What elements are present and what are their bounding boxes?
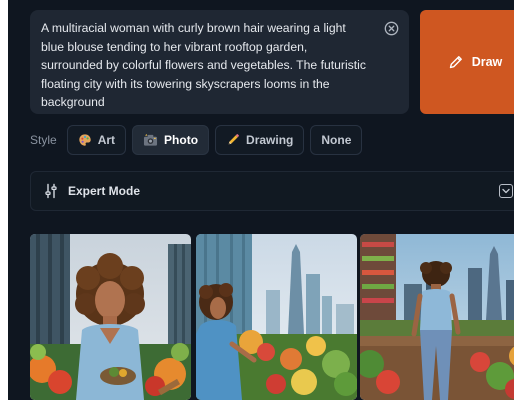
image-gallery [30,234,514,400]
generated-image-3[interactable] [360,234,514,400]
generated-image-2-picture [196,234,357,400]
sliders-icon [45,183,57,199]
pencil-icon [449,56,462,69]
style-option-art-label: Art [97,133,116,147]
style-label: Style [30,133,57,147]
draw-button[interactable]: Draw [420,10,514,114]
style-option-art[interactable]: Art [66,125,127,155]
style-option-drawing[interactable]: Drawing [215,125,305,155]
generated-image-1-picture [30,234,191,400]
close-circle-icon [384,21,398,35]
chevron-down-icon [502,188,510,194]
generated-image-3-picture [360,234,514,400]
style-option-drawing-label: Drawing [246,133,294,147]
style-option-photo[interactable]: Photo [132,125,210,155]
prompt-textarea[interactable]: A multiracial woman with curly brown hai… [30,10,409,114]
app-window: A multiracial woman with curly brown hai… [8,0,514,400]
expert-mode-toggle[interactable]: Expert Mode [30,171,514,211]
prompt-text[interactable]: A multiracial woman with curly brown hai… [41,19,371,112]
draw-button-label: Draw [471,55,503,69]
style-option-photo-label: Photo [164,133,199,147]
style-option-none-label: None [321,133,352,147]
generated-image-2[interactable] [196,234,357,400]
camera-icon [143,134,158,146]
style-selector: Style Art Photo Drawing None [30,124,368,156]
palette-icon [79,134,91,146]
expert-mode-chevron[interactable] [499,184,513,198]
pencil-icon [228,134,239,145]
generated-image-1[interactable] [30,234,191,400]
style-option-none[interactable]: None [310,125,363,155]
clear-prompt-button[interactable] [383,20,399,36]
expert-mode-label: Expert Mode [68,184,141,198]
